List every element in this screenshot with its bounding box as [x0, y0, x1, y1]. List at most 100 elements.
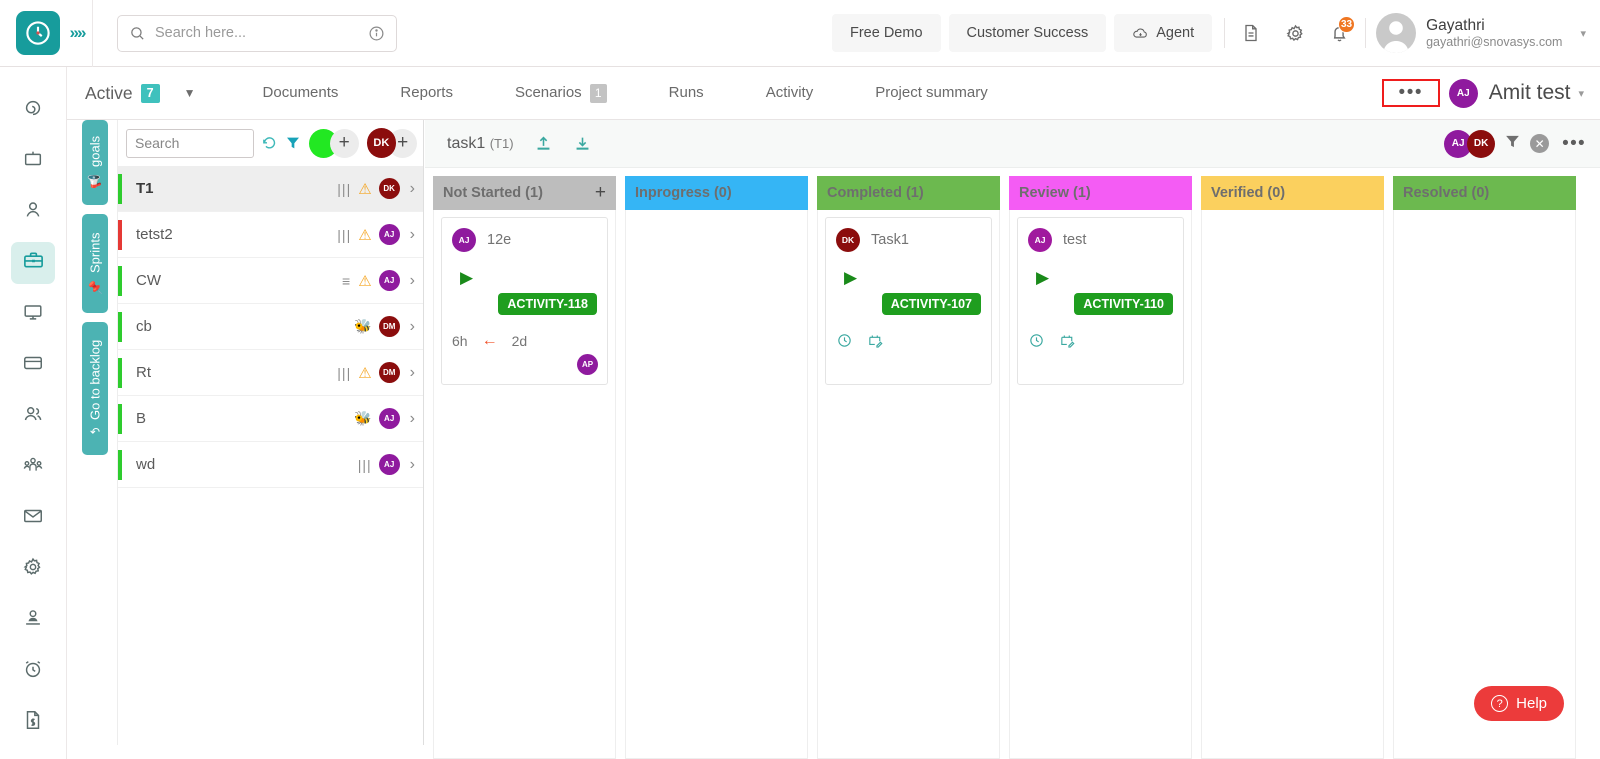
task-card[interactable]: AJ 12e ▶ ACTIVITY-118 6h ← 2d AP	[441, 217, 608, 385]
clock-icon[interactable]	[1028, 332, 1045, 349]
chevron-right-icon[interactable]: ›	[410, 272, 415, 290]
chevron-right-icon[interactable]: ›	[410, 180, 415, 198]
activity-chip[interactable]: ACTIVITY-107	[882, 293, 981, 315]
sidebar-item-user[interactable]	[11, 191, 55, 233]
sidebar-item-invoice[interactable]	[11, 701, 55, 743]
board-more-menu-icon[interactable]: •••	[1562, 133, 1586, 155]
customer-success-button[interactable]: Customer Success	[949, 14, 1107, 52]
sidebar-item-projects[interactable]	[11, 242, 55, 284]
play-icon[interactable]: ▶	[460, 268, 597, 288]
filter-icon[interactable]	[1504, 133, 1521, 155]
avatar[interactable]	[1376, 13, 1416, 53]
table-row[interactable]: Rt ||| ⚠ DM ›	[118, 350, 423, 396]
add-plus-icon[interactable]: +	[330, 129, 359, 158]
calendar-edit-icon[interactable]	[1059, 332, 1076, 349]
table-row[interactable]: CW ≡ ⚠ AJ ›	[118, 258, 423, 304]
avatar-dk[interactable]: DK	[367, 128, 397, 158]
board-avatar-dk[interactable]: DK	[1467, 130, 1495, 158]
project-more-menu-button[interactable]: •••	[1382, 79, 1440, 107]
tab-runs[interactable]: Runs	[638, 67, 735, 119]
user-menu-caret-icon[interactable]: ▾	[1580, 27, 1586, 40]
row-avatar[interactable]: AJ	[379, 270, 400, 291]
play-icon[interactable]: ▶	[1036, 268, 1173, 288]
download-icon[interactable]	[573, 134, 592, 153]
table-row[interactable]: B 🐝 AJ ›	[118, 396, 423, 442]
activity-chip[interactable]: ACTIVITY-110	[1074, 293, 1173, 315]
tab-project-summary[interactable]: Project summary	[844, 67, 1019, 119]
play-icon[interactable]: ▶	[844, 268, 981, 288]
task-search-input[interactable]	[126, 129, 254, 158]
tab-activity[interactable]: Activity	[735, 67, 845, 119]
card-avatar[interactable]: DK	[836, 228, 860, 252]
side-tab-backlog[interactable]: ↶ Go to backlog	[82, 322, 108, 455]
card-corner-avatar[interactable]: AP	[577, 354, 598, 375]
agent-button[interactable]: Agent	[1114, 14, 1212, 52]
chevron-right-icon[interactable]: ›	[410, 410, 415, 428]
table-row[interactable]: T1 ||| ⚠ DK ›	[118, 166, 423, 212]
row-avatar[interactable]: AJ	[379, 454, 400, 475]
expand-sidebar-icon[interactable]: »»	[62, 16, 92, 50]
sidebar-item-settings[interactable]	[11, 548, 55, 590]
active-filter[interactable]: Active 7	[85, 83, 160, 104]
project-caret-icon[interactable]: ▾	[1578, 87, 1584, 100]
sidebar-item-contacts[interactable]	[11, 395, 55, 437]
task-card[interactable]: DK Task1 ▶ ACTIVITY-107	[825, 217, 992, 385]
upload-icon[interactable]	[534, 134, 553, 153]
search-input[interactable]	[155, 25, 359, 41]
row-avatar[interactable]: AJ	[379, 224, 400, 245]
gear-icon[interactable]	[1273, 11, 1317, 55]
project-avatar[interactable]: AJ	[1449, 79, 1478, 108]
table-row[interactable]: cb 🐝 DM ›	[118, 304, 423, 350]
chevron-right-icon[interactable]: ›	[410, 456, 415, 474]
column-body[interactable]	[625, 210, 808, 759]
triangle-down-icon[interactable]: ▼	[184, 86, 196, 100]
tab-documents[interactable]: Documents	[232, 67, 370, 119]
sidebar-item-monitor[interactable]	[11, 293, 55, 335]
column-body[interactable]	[1201, 210, 1384, 759]
help-button[interactable]: ? Help	[1474, 686, 1564, 721]
tab-scenarios[interactable]: Scenarios 1	[484, 67, 638, 119]
activity-chip[interactable]: ACTIVITY-118	[498, 293, 597, 315]
filter-icon[interactable]	[285, 135, 301, 151]
sidebar-item-spiral[interactable]	[11, 89, 55, 131]
clear-x-icon[interactable]: ✕	[1530, 134, 1549, 153]
bell-icon[interactable]: 33	[1317, 11, 1361, 55]
tab-documents-label: Documents	[263, 67, 339, 119]
side-tab-sprints[interactable]: 📌 Sprints	[82, 214, 108, 313]
column-body[interactable]	[1393, 210, 1576, 759]
clock-icon[interactable]	[836, 332, 853, 349]
column-body[interactable]: AJ test ▶ ACTIVITY-110	[1009, 210, 1192, 759]
add-card-icon[interactable]: +	[595, 182, 606, 204]
sidebar-item-teams[interactable]	[11, 446, 55, 488]
project-nav-right: ••• AJ Amit test ▾	[1382, 79, 1600, 108]
row-avatar[interactable]: DK	[379, 178, 400, 199]
column-body[interactable]: AJ 12e ▶ ACTIVITY-118 6h ← 2d AP	[433, 210, 616, 759]
chevron-right-icon[interactable]: ›	[410, 364, 415, 382]
info-icon[interactable]	[368, 25, 385, 42]
tab-reports[interactable]: Reports	[369, 67, 484, 119]
sidebar-item-timer[interactable]	[11, 650, 55, 692]
column-body[interactable]: DK Task1 ▶ ACTIVITY-107	[817, 210, 1000, 759]
chevron-right-icon[interactable]: ›	[410, 226, 415, 244]
app-logo[interactable]	[16, 11, 60, 55]
sidebar-item-mail[interactable]	[11, 497, 55, 539]
refresh-icon[interactable]	[261, 135, 278, 152]
chevron-right-icon[interactable]: ›	[410, 318, 415, 336]
row-avatar[interactable]: DM	[379, 362, 400, 383]
sidebar-item-employee[interactable]	[11, 599, 55, 641]
side-tab-goals[interactable]: 📢 goals	[82, 120, 108, 205]
table-row[interactable]: tetst2 ||| ⚠ AJ ›	[118, 212, 423, 258]
task-name: B	[136, 410, 354, 427]
table-row[interactable]: wd ||| AJ ›	[118, 442, 423, 488]
card-avatar[interactable]: AJ	[452, 228, 476, 252]
free-demo-button[interactable]: Free Demo	[832, 14, 941, 52]
document-icon[interactable]	[1229, 11, 1273, 55]
row-avatar[interactable]: AJ	[379, 408, 400, 429]
card-avatar[interactable]: AJ	[1028, 228, 1052, 252]
calendar-edit-icon[interactable]	[867, 332, 884, 349]
row-avatar[interactable]: DM	[379, 316, 400, 337]
sidebar-item-card[interactable]	[11, 344, 55, 386]
task-card[interactable]: AJ test ▶ ACTIVITY-110	[1017, 217, 1184, 385]
sidebar-item-presentation[interactable]	[11, 140, 55, 182]
global-search[interactable]	[117, 15, 397, 52]
